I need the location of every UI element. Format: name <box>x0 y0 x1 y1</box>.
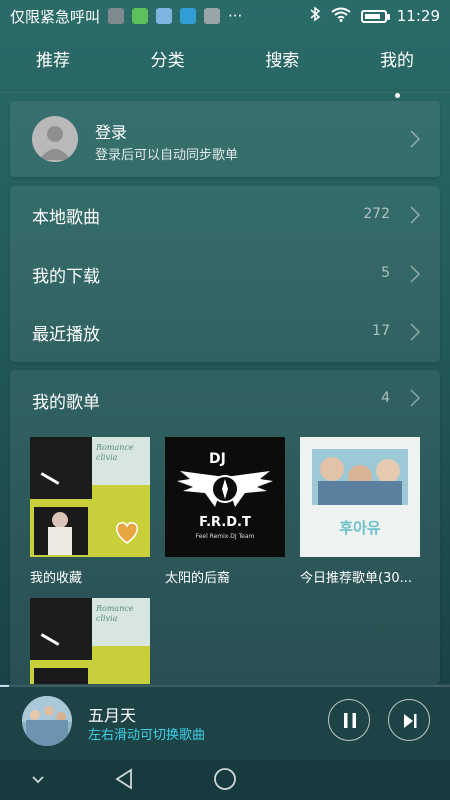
playlist-label: 我的收藏 <box>30 571 83 586</box>
playlist-tile-descendants[interactable]: DJ F.R.D.T Feel Remix DJ Team 太阳的后裔 <box>165 437 285 586</box>
row-count: 5 <box>381 265 390 281</box>
hide-nav-button[interactable] <box>30 772 46 792</box>
cover-subtitle: Feel Remix DJ Team <box>195 533 255 540</box>
playlist-tile-daily[interactable]: 후아유 今日推荐歌单(30... <box>300 437 420 586</box>
back-button[interactable] <box>112 767 136 795</box>
tab-label: 我的 <box>379 51 414 71</box>
active-tab-indicator <box>394 93 400 98</box>
row-count: 272 <box>363 206 390 222</box>
playlists-card: 我的歌单 4 Romance clivia 我的收藏 DJ F.R.D.T Fe… <box>10 370 440 684</box>
chevron-right-icon <box>410 265 421 283</box>
status-bar: 仅限紧急呼叫 ··· 11:29 <box>0 0 450 32</box>
row-label: 最近播放 <box>32 325 100 345</box>
cover-title: 후아유 <box>339 519 381 537</box>
battery-icon <box>360 9 390 23</box>
row-label: 我的下载 <box>32 267 100 287</box>
playlist-cover: 후아유 <box>300 437 420 557</box>
playlists-title: 我的歌单 <box>32 393 100 413</box>
tab-recommend[interactable]: 推荐 <box>36 46 70 86</box>
chevron-right-icon <box>410 206 421 224</box>
chevron-down-icon <box>32 776 44 784</box>
library-card: 本地歌曲 272 我的下载 5 最近播放 17 <box>10 186 440 362</box>
playlist-cover: Romance clivia <box>30 437 150 557</box>
back-triangle-icon <box>115 768 132 790</box>
chevron-right-icon <box>410 323 421 341</box>
now-playing-cover[interactable] <box>22 696 72 746</box>
login-subtitle: 登录后可以自动同步歌单 <box>95 148 239 163</box>
now-playing-title: 五月天 <box>88 706 137 725</box>
weather-notification-icon <box>156 8 173 24</box>
next-icon <box>404 714 417 728</box>
wifi-icon <box>331 7 351 26</box>
row-local-songs[interactable]: 本地歌曲 272 <box>10 186 440 244</box>
playlists-count: 4 <box>381 390 390 406</box>
playlist-label: 今日推荐歌单(30... <box>300 571 413 586</box>
tabs-divider <box>0 92 450 93</box>
clock: 11:29 <box>396 7 440 25</box>
next-track-button[interactable] <box>388 699 430 741</box>
login-card[interactable]: 登录 登录后可以自动同步歌单 <box>10 101 440 177</box>
image-notification-icon <box>204 8 221 24</box>
tab-label: 搜索 <box>265 51 300 71</box>
login-title: 登录 <box>95 123 128 142</box>
playback-progress-fill <box>0 685 9 687</box>
row-recent[interactable]: 最近播放 17 <box>10 303 440 361</box>
cover-title: Romance clivia <box>96 443 134 462</box>
row-label: 本地歌曲 <box>32 208 100 228</box>
home-button[interactable] <box>213 767 237 795</box>
pause-icon <box>344 713 356 728</box>
heart-icon <box>112 517 142 547</box>
playlist-tile-favorites[interactable]: Romance clivia 我的收藏 <box>30 437 150 586</box>
carrier-text: 仅限紧急呼叫 <box>10 7 101 26</box>
cover-title: F.R.D.T <box>199 515 251 530</box>
bluetooth-icon <box>309 6 321 26</box>
playback-progress[interactable] <box>0 685 450 687</box>
row-count: 17 <box>372 323 390 339</box>
row-downloads[interactable]: 我的下载 5 <box>10 245 440 303</box>
wings-logo-icon <box>177 471 273 507</box>
pen-notification-icon <box>180 8 197 24</box>
chevron-right-icon <box>410 130 421 148</box>
playlist-cover: Romance clivia <box>30 598 150 684</box>
pause-button[interactable] <box>328 699 370 741</box>
system-nav-bar <box>0 760 450 800</box>
tab-category[interactable]: 分类 <box>151 46 185 86</box>
top-tabs: 推荐 分类 搜索 我的 <box>0 46 450 98</box>
chevron-right-icon <box>410 389 421 407</box>
now-playing-bar[interactable]: 五月天 左右滑动可切换歌曲 <box>0 684 450 760</box>
cover-top: DJ <box>209 451 226 467</box>
home-circle-icon <box>214 768 236 790</box>
playlist-cover: DJ F.R.D.T Feel Remix DJ Team <box>165 437 285 557</box>
default-avatar-icon <box>32 116 78 162</box>
wechat-notification-icon <box>132 8 149 24</box>
tab-search[interactable]: 搜索 <box>265 46 299 86</box>
tab-label: 推荐 <box>36 51 70 71</box>
playlist-tile-4[interactable]: Romance clivia <box>30 598 150 684</box>
app-notification-icon <box>108 8 125 24</box>
more-notifications-icon: ··· <box>228 7 243 25</box>
playlist-label: 太阳的后裔 <box>165 571 231 586</box>
now-playing-hint: 左右滑动可切换歌曲 <box>88 728 206 743</box>
playlists-header[interactable]: 我的歌单 4 <box>10 370 440 426</box>
tab-mine[interactable]: 我的 <box>379 46 414 98</box>
tab-label: 分类 <box>150 51 185 71</box>
cover-title: Romance clivia <box>96 604 134 623</box>
